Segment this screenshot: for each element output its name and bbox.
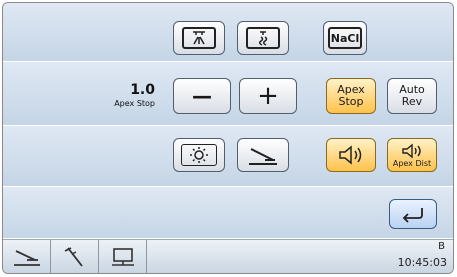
auto-rev-line2: Rev	[401, 95, 423, 108]
control-panel: NaCl 1.0 Apex Stop — + Apex Stop Auto Re…	[2, 2, 454, 274]
apex-stop-label: Apex Stop	[114, 99, 155, 108]
foot-pedal-icon	[249, 148, 277, 165]
apex-dist-label: Apex Dist	[392, 158, 432, 168]
auto-rev-button[interactable]: Auto Rev	[387, 78, 437, 114]
instrument-icon	[13, 250, 40, 266]
decrease-button[interactable]: —	[173, 78, 231, 114]
auto-rev-button-label: Auto Rev	[399, 84, 425, 108]
minus-icon: —	[192, 84, 212, 108]
nacl-label: NaCl	[328, 27, 362, 49]
monitor-icon	[111, 248, 134, 266]
row-coolant	[3, 3, 453, 62]
clock: 10:45:03	[397, 256, 447, 269]
apex-stop-line2: Stop	[338, 95, 364, 108]
increase-button[interactable]: +	[239, 78, 297, 114]
monitor-tab[interactable]	[99, 240, 147, 273]
apex-dist-sound-button[interactable]: Apex Dist	[387, 138, 437, 172]
apex-stop-value: 1.0	[130, 82, 155, 98]
return-icon	[402, 208, 423, 223]
row-return	[3, 187, 453, 239]
status-bar	[3, 239, 453, 273]
instrument-tab[interactable]	[3, 240, 51, 273]
nacl-button[interactable]: NaCl	[323, 21, 367, 55]
return-button[interactable]	[389, 199, 437, 229]
plus-icon: +	[257, 81, 279, 111]
row-light-sound	[3, 126, 453, 187]
tool-tab[interactable]	[51, 240, 99, 273]
apex-stop-button-label: Apex Stop	[337, 84, 365, 108]
water-drop-icon	[246, 27, 280, 49]
water-button[interactable]	[237, 21, 289, 55]
sound-button[interactable]	[326, 138, 376, 172]
spray-button[interactable]	[173, 21, 225, 55]
status-indicator: B	[438, 241, 445, 252]
light-icon	[181, 144, 217, 166]
foot-pedal-button[interactable]	[237, 138, 289, 172]
light-button[interactable]	[173, 138, 225, 172]
tool-icon	[64, 247, 83, 267]
speaker-icon	[339, 145, 362, 165]
speaker-icon	[402, 143, 421, 158]
spray-icon	[182, 27, 216, 49]
apex-stop-button[interactable]: Apex Stop	[326, 78, 376, 114]
